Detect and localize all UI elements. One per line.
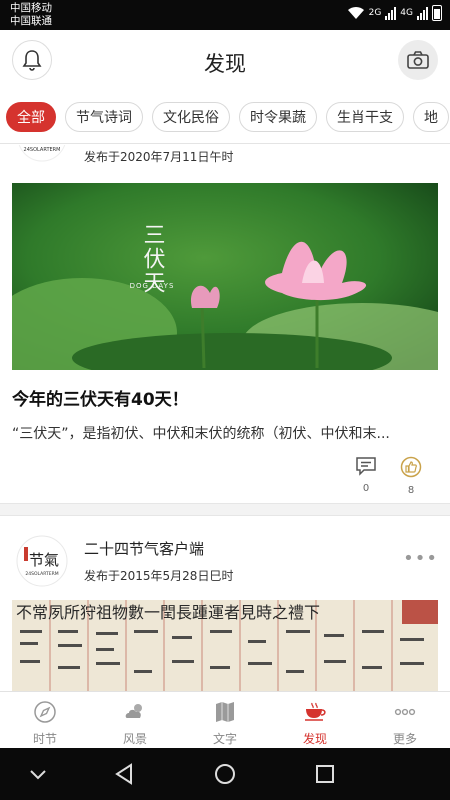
- page-title: 发现: [204, 52, 246, 76]
- back-icon[interactable]: [112, 762, 136, 786]
- post-divider: [0, 503, 450, 516]
- publisher-logo[interactable]: 节氣 24SOLARTERM: [16, 535, 68, 587]
- tab-poetry[interactable]: 节气诗词: [65, 102, 143, 132]
- nav-label: 风景: [122, 732, 147, 746]
- nav-item-more[interactable]: 更多: [360, 692, 450, 748]
- weather-icon: [125, 704, 142, 718]
- comment-icon: [356, 457, 376, 476]
- post-summary[interactable]: “三伏天”，是指初伏、中伏和末伏的统称（初伏、中伏和末...: [12, 423, 440, 443]
- post-image[interactable]: 三伏天 DOG DAYS: [12, 183, 438, 370]
- status-icons: 2G 4G: [347, 5, 442, 21]
- home-icon[interactable]: [213, 762, 237, 786]
- app-header: 发现: [0, 30, 450, 92]
- book-icon: [216, 702, 234, 722]
- logo-text: 节氣: [29, 551, 59, 569]
- nav-label: 文字: [212, 732, 237, 746]
- nav-item-text[interactable]: 文字: [180, 692, 270, 748]
- lotus-photo: 三伏天 DOG DAYS: [12, 183, 438, 370]
- like-count: 8: [407, 485, 415, 496]
- svg-text:24SOLARTERM: 24SOLARTERM: [24, 147, 61, 153]
- network-type-2: 4G: [400, 8, 413, 18]
- network-type-1: 2G: [368, 8, 382, 18]
- wifi-icon: [347, 6, 364, 19]
- system-nav-bar: [0, 748, 450, 800]
- carrier-info: 中国移动 中国联通: [10, 2, 52, 28]
- signal-icon: [385, 6, 397, 20]
- battery-icon: [432, 5, 442, 21]
- tab-geo[interactable]: 地: [413, 102, 449, 132]
- image-caption-sub: DOG DAYS: [130, 282, 175, 290]
- post-title[interactable]: 今年的三伏天有40天！: [12, 385, 189, 410]
- nav-item-discover[interactable]: 发现: [270, 692, 360, 748]
- thumbs-up-icon: [400, 456, 422, 478]
- ancient-text: 不常夙所狩祖物數一閏長踵運者見時之禮下: [16, 603, 320, 622]
- ancient-text-photo: 不常夙所狩祖物數一閏長踵運者見時之禮下: [12, 600, 438, 691]
- nav-label: 发现: [302, 732, 327, 746]
- tab-all[interactable]: 全部: [6, 102, 56, 132]
- post-author[interactable]: 二十四节气客户端: [84, 538, 204, 559]
- camera-icon: [407, 51, 429, 69]
- logo-subtext: 24SOLARTERM: [25, 571, 58, 577]
- carrier-2: 中国联通: [10, 15, 52, 27]
- more-options-icon[interactable]: •••: [403, 548, 438, 569]
- status-bar: 中国移动 中国联通 2G 4G: [0, 0, 450, 30]
- comment-count: 0: [362, 483, 370, 494]
- publisher-logo[interactable]: 24SOLARTERM: [16, 145, 68, 163]
- tab-zodiac[interactable]: 生肖干支: [326, 102, 404, 132]
- tab-culture[interactable]: 文化民俗: [152, 102, 230, 132]
- teacup-icon: [305, 702, 326, 721]
- feed: 24SOLARTERM 发布于2020年7月11日午时 三伏天 DOG DAYS…: [0, 145, 450, 691]
- post-date: 发布于2020年7月11日午时: [84, 150, 234, 164]
- comment-button[interactable]: 0: [351, 456, 381, 494]
- chevron-down-icon[interactable]: [26, 762, 50, 786]
- post-date: 发布于2015年5月28日巳时: [84, 569, 234, 583]
- nav-label: 时节: [32, 732, 57, 746]
- like-button[interactable]: 8: [396, 456, 426, 496]
- camera-button[interactable]: [398, 40, 438, 80]
- more-icon: [394, 708, 416, 716]
- compass-icon: [34, 701, 56, 723]
- tab-produce[interactable]: 时令果蔬: [239, 102, 317, 132]
- nav-label: 更多: [392, 732, 417, 746]
- nav-item-season[interactable]: 时节: [0, 692, 90, 748]
- bottom-nav: 时节 风景 文字 发现 更多: [0, 691, 450, 748]
- post-image[interactable]: 不常夙所狩祖物數一閏長踵運者見時之禮下: [12, 600, 438, 691]
- signal-icon: [417, 6, 428, 20]
- nav-item-scenery[interactable]: 风景: [90, 692, 180, 748]
- carrier-1: 中国移动: [10, 2, 52, 14]
- recents-icon[interactable]: [313, 762, 337, 786]
- category-tabs: 全部 节气诗词 文化民俗 时令果蔬 生肖干支 地: [0, 92, 450, 144]
